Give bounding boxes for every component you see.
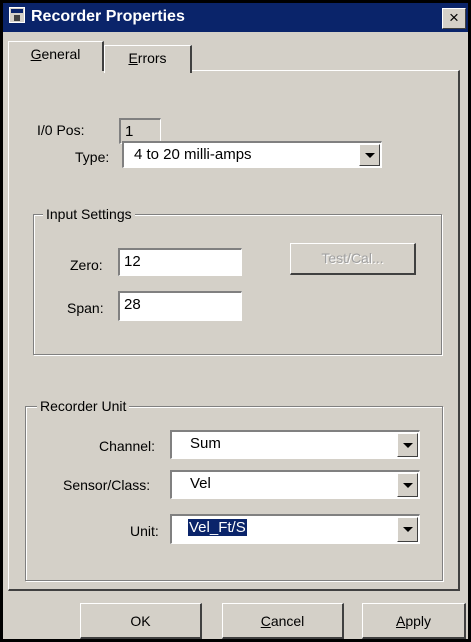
span-label: Span: — [67, 300, 104, 316]
apply-button[interactable]: Apply — [362, 603, 466, 639]
type-label: Type: — [75, 149, 110, 165]
io-pos-label: I/0 Pos: — [37, 122, 85, 138]
sensor-class-dropdown[interactable]: Vel — [170, 470, 420, 499]
unit-selected-text: Vel_Ft/S — [188, 519, 247, 536]
zero-input[interactable]: 12 — [118, 248, 242, 276]
window-title: Recorder Properties — [31, 8, 185, 25]
ok-button[interactable]: OK — [80, 603, 202, 639]
sensor-class-dropdown-button[interactable] — [397, 473, 418, 497]
zero-label: Zero: — [70, 257, 103, 273]
recorder-unit-title: Recorder Unit — [37, 397, 130, 415]
chevron-down-icon — [402, 442, 413, 448]
type-dropdown[interactable]: 4 to 20 milli-amps — [122, 141, 382, 168]
tab-errors[interactable]: Errors — [104, 45, 192, 73]
test-cal-button[interactable]: Test/Cal... — [290, 243, 416, 275]
type-dropdown-button[interactable] — [359, 144, 380, 166]
channel-dropdown[interactable]: Sum — [170, 430, 420, 459]
input-settings-title: Input Settings — [43, 205, 135, 223]
sensor-class-label: Sensor/Class: — [63, 477, 151, 493]
cancel-button[interactable]: Cancel — [222, 603, 344, 639]
channel-dropdown-button[interactable] — [397, 433, 418, 457]
close-button[interactable]: × — [442, 8, 466, 29]
unit-dropdown[interactable]: Vel_Ft/S — [170, 514, 420, 544]
window-system-icon[interactable] — [9, 7, 25, 23]
chevron-down-icon — [402, 527, 413, 532]
close-icon: × — [449, 8, 459, 27]
channel-label: Channel: — [99, 438, 156, 454]
chevron-down-icon — [402, 482, 413, 488]
unit-label: Unit: — [130, 523, 159, 539]
unit-dropdown-button[interactable] — [397, 517, 418, 542]
span-input[interactable]: 28 — [118, 291, 242, 321]
title-bar[interactable]: Recorder Properties × — [3, 3, 468, 32]
input-settings-group — [33, 214, 442, 355]
chevron-down-icon — [364, 152, 375, 158]
tab-general[interactable]: General — [8, 41, 104, 71]
